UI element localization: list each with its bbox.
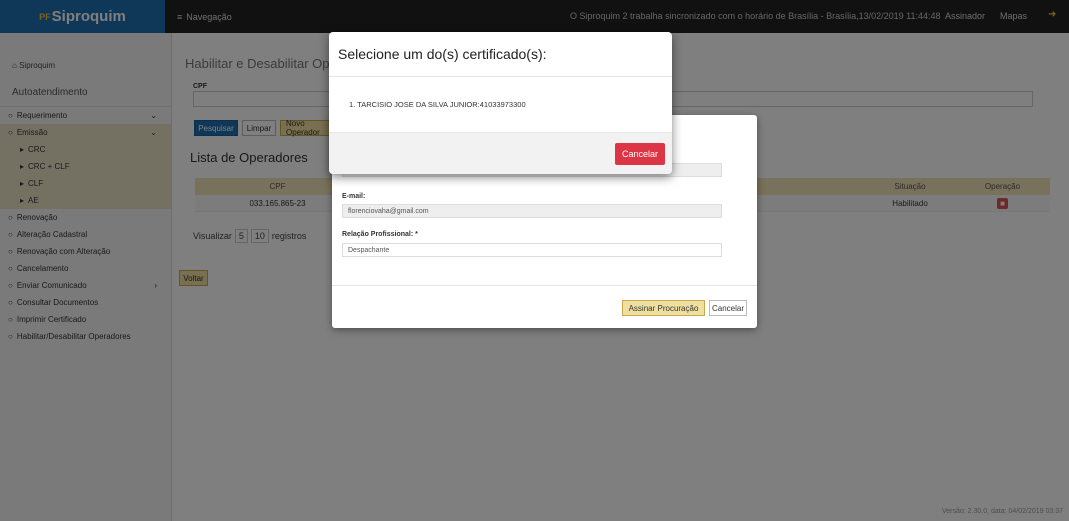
procuracao-footer: Assinar Procuração Cancelar	[332, 285, 757, 328]
email-label: E-mail:	[342, 193, 366, 200]
certificate-modal-title: Selecione um do(s) certificado(s):	[329, 32, 672, 77]
certificate-modal: Selecione um do(s) certificado(s): 1. TA…	[329, 32, 672, 174]
procuracao-cancel-button[interactable]: Cancelar	[709, 300, 747, 316]
sign-procuracao-button[interactable]: Assinar Procuração	[622, 300, 705, 316]
certificate-modal-footer: Cancelar	[329, 132, 672, 174]
relacao-label: Relação Profissional: *	[342, 231, 418, 238]
certificate-list: 1. TARCISIO JOSE DA SILVA JUNIOR:4103397…	[329, 77, 672, 132]
email-field[interactable]: florenciovaha@gmail.com	[342, 204, 722, 218]
cancel-button[interactable]: Cancelar	[614, 143, 665, 165]
relacao-field[interactable]: Despachante	[342, 243, 722, 257]
certificate-item[interactable]: 1. TARCISIO JOSE DA SILVA JUNIOR:4103397…	[349, 100, 526, 109]
